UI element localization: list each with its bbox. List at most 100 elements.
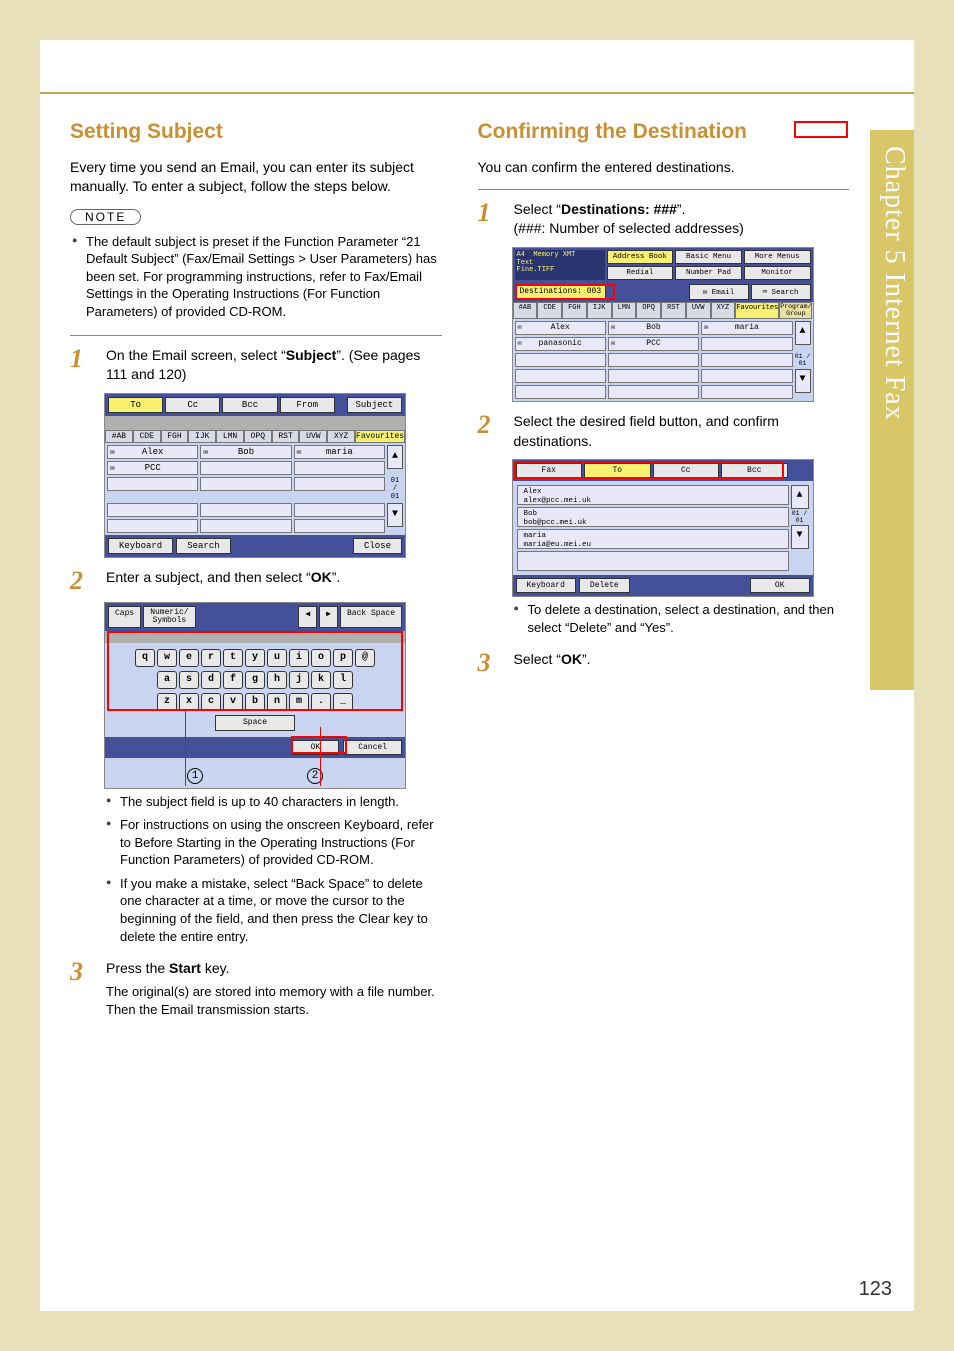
tab-to[interactable]: To xyxy=(584,463,651,478)
numeric-symbols-button[interactable]: Numeric/ Symbols xyxy=(143,606,195,628)
alpha-tab[interactable]: RST xyxy=(661,302,686,319)
scroll-down-icon[interactable]: ▼ xyxy=(387,503,403,527)
tab-cc[interactable]: Cc xyxy=(165,397,220,413)
contact-cell[interactable]: maria xyxy=(701,321,792,335)
alpha-tab[interactable]: LMN xyxy=(612,302,637,319)
key-at[interactable]: @ xyxy=(355,649,375,667)
tab-subject[interactable]: Subject xyxy=(347,397,402,413)
contact-cell[interactable] xyxy=(608,353,699,367)
alpha-tab[interactable]: OPQ xyxy=(244,430,272,443)
key-q[interactable]: q xyxy=(135,649,155,667)
tab-to[interactable]: To xyxy=(108,397,163,413)
destinations-counter[interactable]: Destinations: 003 xyxy=(515,284,607,300)
key-a[interactable]: a xyxy=(157,671,177,689)
key-period[interactable]: . xyxy=(311,693,331,711)
scroll-up-icon[interactable]: ▲ xyxy=(387,445,403,469)
alpha-tab[interactable]: FGH xyxy=(562,302,587,319)
key-e[interactable]: e xyxy=(179,649,199,667)
delete-button[interactable]: Delete xyxy=(579,578,630,593)
key-d[interactable]: d xyxy=(201,671,221,689)
contact-cell[interactable]: PCC xyxy=(107,461,198,475)
contact-cell[interactable]: Bob xyxy=(608,321,699,335)
scroll-up-icon[interactable]: ▲ xyxy=(791,485,809,509)
alpha-tab[interactable]: IJK xyxy=(587,302,612,319)
alpha-tab[interactable]: #AB xyxy=(105,430,133,443)
alpha-tab[interactable]: LMN xyxy=(216,430,244,443)
key-r[interactable]: r xyxy=(201,649,221,667)
scroll-down-icon[interactable]: ▼ xyxy=(795,369,811,393)
contact-cell[interactable]: panasonic xyxy=(515,337,606,351)
ok-button[interactable]: OK xyxy=(750,578,810,593)
scroll-up-icon[interactable]: ▲ xyxy=(795,321,811,345)
contact-cell[interactable]: Alex xyxy=(515,321,606,335)
alpha-tab[interactable]: #AB xyxy=(513,302,538,319)
number-pad-button[interactable]: Number Pad xyxy=(675,266,742,280)
cancel-button[interactable]: Cancel xyxy=(343,740,402,755)
key-p[interactable]: p xyxy=(333,649,353,667)
contact-cell[interactable] xyxy=(515,385,606,399)
more-menus-button[interactable]: More Menus xyxy=(744,250,811,264)
key-s[interactable]: s xyxy=(179,671,199,689)
key-m[interactable]: m xyxy=(289,693,309,711)
address-book-button[interactable]: Address Book xyxy=(607,250,674,264)
alpha-tab[interactable]: IJK xyxy=(188,430,216,443)
contact-cell[interactable] xyxy=(294,477,385,491)
cursor-right-button[interactable]: ▶ xyxy=(319,606,338,628)
key-underscore[interactable]: _ xyxy=(333,693,353,711)
contact-cell[interactable] xyxy=(200,503,291,517)
keyboard-button[interactable]: Keyboard xyxy=(108,538,173,554)
contact-cell[interactable] xyxy=(608,385,699,399)
contact-cell[interactable]: PCC xyxy=(608,337,699,351)
contact-cell[interactable]: maria xyxy=(294,445,385,459)
alpha-tab[interactable]: XYZ xyxy=(327,430,355,443)
key-i[interactable]: i xyxy=(289,649,309,667)
alpha-tab[interactable]: CDE xyxy=(537,302,562,319)
caps-button[interactable]: Caps xyxy=(108,606,141,628)
contact-cell[interactable] xyxy=(200,461,291,475)
key-o[interactable]: o xyxy=(311,649,331,667)
key-k[interactable]: k xyxy=(311,671,331,689)
destination-entry[interactable]: Bob bob@pcc.mei.uk xyxy=(517,507,789,527)
alpha-tab[interactable]: CDE xyxy=(133,430,161,443)
key-t[interactable]: t xyxy=(223,649,243,667)
tab-bcc[interactable]: Bcc xyxy=(721,463,788,478)
contact-cell[interactable] xyxy=(701,385,792,399)
contact-cell[interactable]: Alex xyxy=(107,445,198,459)
tab-cc[interactable]: Cc xyxy=(653,463,720,478)
contact-cell[interactable] xyxy=(200,477,291,491)
key-v[interactable]: v xyxy=(223,693,243,711)
contact-cell[interactable] xyxy=(294,519,385,533)
keyboard-button[interactable]: Keyboard xyxy=(516,578,576,593)
redial-button[interactable]: Redial xyxy=(607,266,674,280)
key-x[interactable]: x xyxy=(179,693,199,711)
contact-cell[interactable] xyxy=(608,369,699,383)
tab-from[interactable]: From xyxy=(280,397,335,413)
search-button[interactable]: ⌨ Search xyxy=(751,284,811,300)
key-w[interactable]: w xyxy=(157,649,177,667)
alpha-tab-favourites[interactable]: Favourites xyxy=(355,430,405,443)
contact-cell[interactable] xyxy=(515,369,606,383)
alpha-tab[interactable]: UVW xyxy=(686,302,711,319)
program-group-tab[interactable]: Program/ Group xyxy=(779,302,812,319)
key-space[interactable]: Space xyxy=(215,715,295,731)
ok-button[interactable]: OK xyxy=(292,740,340,755)
tab-fax[interactable]: Fax xyxy=(516,463,583,478)
monitor-button[interactable]: Monitor xyxy=(744,266,811,280)
search-button[interactable]: Search xyxy=(176,538,230,554)
key-z[interactable]: z xyxy=(157,693,177,711)
alpha-tab[interactable]: XYZ xyxy=(711,302,736,319)
contact-cell[interactable] xyxy=(515,353,606,367)
destination-entry-empty[interactable] xyxy=(517,551,789,571)
key-h[interactable]: h xyxy=(267,671,287,689)
contact-cell[interactable] xyxy=(701,337,792,351)
alpha-tab[interactable]: FGH xyxy=(161,430,189,443)
destination-entry[interactable]: maria maria@eu.mei.eu xyxy=(517,529,789,549)
basic-menu-button[interactable]: Basic Menu xyxy=(675,250,742,264)
key-n[interactable]: n xyxy=(267,693,287,711)
alpha-tab[interactable]: RST xyxy=(272,430,300,443)
favourites-tab[interactable]: Favourites xyxy=(735,302,779,319)
contact-cell[interactable] xyxy=(701,353,792,367)
scroll-down-icon[interactable]: ▼ xyxy=(791,525,809,549)
contact-cell[interactable]: Bob xyxy=(200,445,291,459)
contact-cell[interactable] xyxy=(294,461,385,475)
